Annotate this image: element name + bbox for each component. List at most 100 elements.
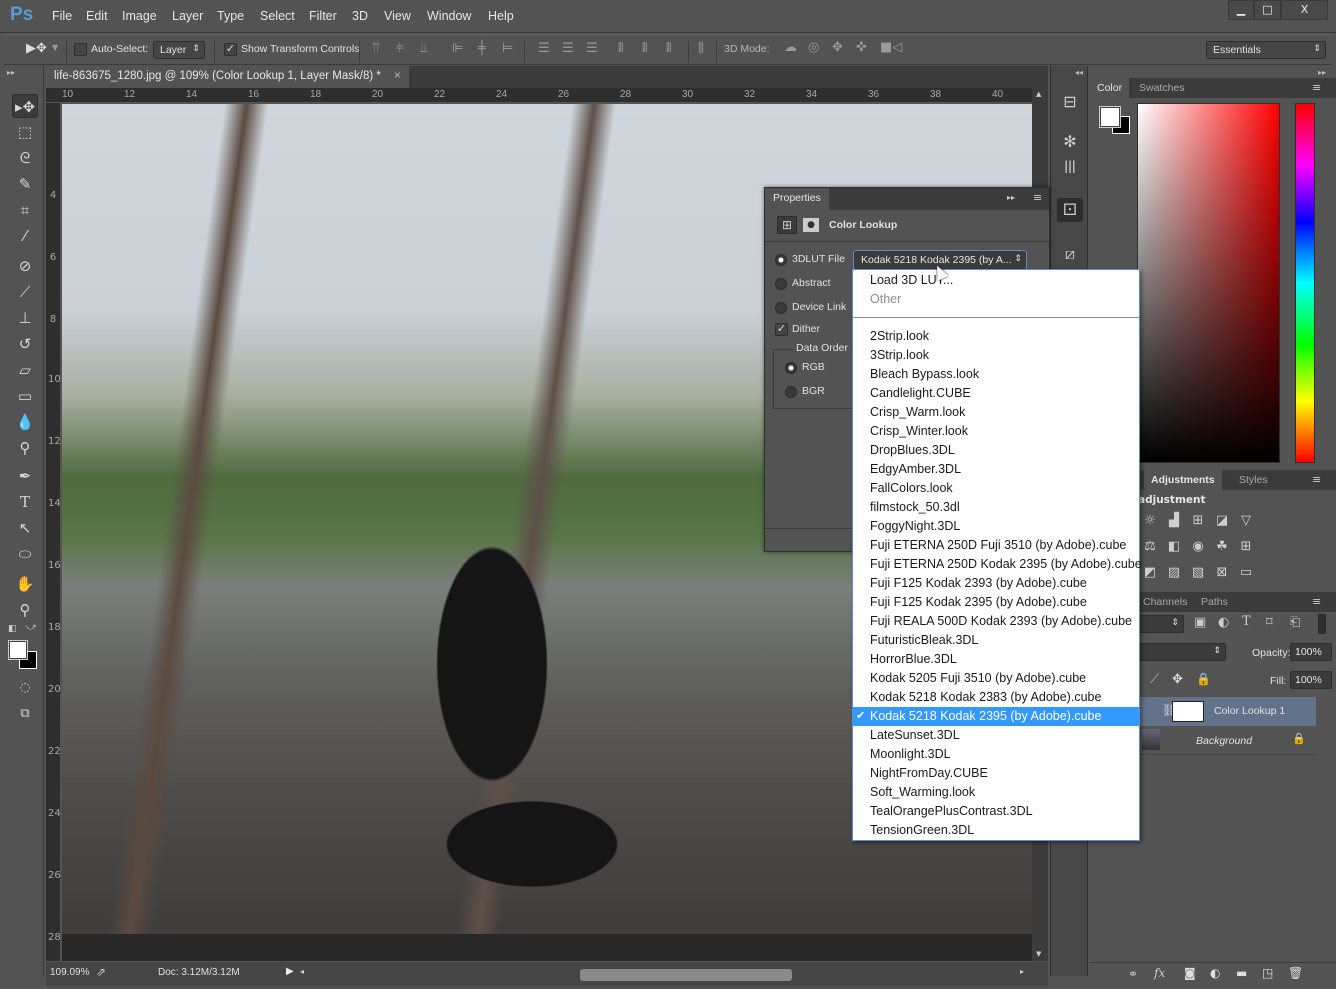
color-lookup-icon[interactable]: ⊞ — [1236, 538, 1256, 556]
scroll-up-icon[interactable]: ▲ — [1036, 90, 1041, 98]
add-mask-icon[interactable]: ◙ — [1184, 966, 1196, 980]
eyedropper-tool[interactable]: ⁄ — [12, 224, 38, 248]
history-panel-icon[interactable]: ⊟ — [1057, 90, 1083, 114]
tab-color[interactable]: Color — [1090, 78, 1130, 98]
distribute-hcenter-icon[interactable]: ⫴ — [642, 41, 647, 56]
scroll-left-icon[interactable]: ◂ — [300, 967, 304, 976]
foreground-color-swatch[interactable] — [8, 640, 28, 660]
menu-item-lut[interactable]: filmstock_50.3dl — [853, 498, 1139, 517]
horizontal-scrollbar-thumb[interactable] — [580, 969, 792, 981]
black-white-icon[interactable]: ◧ — [1164, 538, 1184, 556]
3d-pan-icon[interactable]: ✥ — [832, 40, 843, 55]
expand-panels-icon[interactable]: ▸▸ — [1318, 68, 1326, 77]
radio-rgb[interactable] — [785, 362, 797, 374]
layer-mask-thumbnail[interactable] — [1172, 701, 1204, 722]
gradient-tool[interactable]: ▭ — [12, 384, 38, 408]
blend-mode-select[interactable]: ⇕ — [1138, 643, 1226, 661]
type-tool[interactable]: T — [12, 490, 38, 514]
adjustment-settings-icon[interactable]: ⊞ — [777, 216, 797, 234]
filter-type-icon[interactable]: T — [1242, 614, 1251, 629]
tab-channels[interactable]: Channels — [1136, 592, 1194, 612]
photo-filter-icon[interactable]: ◉ — [1188, 538, 1208, 556]
menu-file[interactable]: File — [52, 9, 72, 23]
maximize-button[interactable]: □ — [1254, 0, 1281, 20]
menu-item-load-3dlut[interactable]: Load 3D LUT... — [853, 271, 1139, 290]
collapse-toolbox-icon[interactable]: ▸▸ — [7, 68, 15, 77]
menu-item-lut[interactable]: Fuji F125 Kodak 2395 (by Adobe).cube — [853, 593, 1139, 612]
move-tool[interactable]: ▸✥ — [12, 94, 38, 118]
layer-row-background[interactable]: Background 🔒 — [1138, 726, 1316, 755]
menu-item-lut[interactable]: Crisp_Warm.look — [853, 403, 1139, 422]
menu-filter[interactable]: Filter — [309, 9, 337, 23]
layer-name[interactable]: Background — [1196, 735, 1252, 747]
screen-mode-icon[interactable]: ⧉ — [12, 702, 38, 726]
distribute-bottom-icon[interactable]: ☰ — [586, 41, 598, 56]
expand-dock-icon[interactable]: ◂◂ — [1075, 68, 1083, 77]
healing-brush-tool[interactable]: ⊘ — [12, 254, 38, 278]
quick-selection-tool[interactable]: ✎ — [12, 172, 38, 196]
menu-item-lut[interactable]: Soft_Warming.look — [853, 783, 1139, 802]
lock-all-icon[interactable]: 🔒 — [1196, 672, 1211, 686]
threshold-icon[interactable]: ▧ — [1188, 564, 1208, 582]
show-transform-checkbox[interactable]: ✓ — [224, 43, 237, 56]
distribute-left-icon[interactable]: ⫴ — [618, 41, 623, 56]
menu-item-lut[interactable]: HorrorBlue.3DL — [853, 650, 1139, 669]
filter-pixel-icon[interactable]: ▣ — [1194, 615, 1206, 630]
3d-camera-icon[interactable]: ■◁ — [880, 40, 902, 55]
panel-menu-icon[interactable]: ≡ — [1033, 191, 1042, 204]
new-layer-icon[interactable]: ◳ — [1262, 966, 1273, 980]
status-menu-arrow-icon[interactable]: ▶ — [286, 966, 294, 977]
exposure-icon[interactable]: ◪ — [1212, 512, 1232, 530]
menu-item-lut[interactable]: Fuji ETERNA 250D Fuji 3510 (by Adobe).cu… — [853, 536, 1139, 555]
minimize-button[interactable]: ▁ — [1228, 0, 1254, 20]
radio-3dlut-file[interactable] — [775, 254, 787, 266]
menu-edit[interactable]: Edit — [86, 9, 108, 23]
menu-type[interactable]: Type — [217, 9, 244, 23]
3d-slide-icon[interactable]: ✜ — [856, 40, 867, 55]
gradient-map-triangle-icon[interactable]: ▽ — [1236, 512, 1256, 530]
default-colors-icon[interactable]: ◧ — [8, 624, 17, 634]
menu-item-lut[interactable]: TensionGreen.3DL — [853, 821, 1139, 840]
radio-device-link[interactable] — [775, 302, 787, 314]
3d-orbit-icon[interactable]: ☁ — [784, 40, 797, 55]
menu-item-lut[interactable]: Crisp_Winter.look — [853, 422, 1139, 441]
gradient-map-icon[interactable]: ▭ — [1236, 564, 1256, 582]
menu-view[interactable]: View — [384, 9, 411, 23]
lock-brush-icon[interactable]: ⟋ — [1150, 672, 1159, 687]
lock-position-icon[interactable]: ✥ — [1172, 672, 1183, 687]
move-tool-icon[interactable]: ▶✥ — [26, 41, 47, 56]
menu-item-lut[interactable]: Fuji F125 Kodak 2393 (by Adobe).cube — [853, 574, 1139, 593]
brush-presets-icon[interactable]: ✻ — [1057, 130, 1083, 154]
color-saturation-field[interactable] — [1137, 103, 1280, 463]
tab-styles[interactable]: Styles — [1232, 470, 1275, 490]
panel-menu-icon[interactable]: ≡ — [1312, 473, 1321, 486]
channel-mixer-icon[interactable]: ☘ — [1212, 538, 1232, 556]
shape-tool[interactable]: ⬭ — [12, 542, 38, 566]
blur-tool[interactable]: 💧 — [12, 410, 38, 434]
path-selection-tool[interactable]: ↖ — [12, 516, 38, 540]
tool-preset-dropdown-icon[interactable]: ▼ — [52, 43, 58, 52]
new-group-icon[interactable]: ▬ — [1236, 966, 1247, 980]
tab-adjustments[interactable]: Adjustments — [1144, 470, 1222, 490]
menu-3d[interactable]: 3D — [352, 9, 368, 23]
menu-layer[interactable]: Layer — [172, 9, 203, 23]
menu-item-lut[interactable]: Fuji ETERNA 250D Kodak 2395 (by Adobe).c… — [853, 555, 1142, 574]
lasso-tool[interactable]: ᘓ — [12, 146, 38, 170]
menu-window[interactable]: Window — [427, 9, 471, 23]
curves-icon[interactable]: ⊞ — [1188, 512, 1208, 530]
opacity-input[interactable]: 100% — [1290, 643, 1332, 661]
align-top-icon[interactable]: ⫪ — [372, 41, 379, 56]
menu-item-lut[interactable]: EdgyAmber.3DL — [853, 460, 1139, 479]
new-adjustment-layer-icon[interactable]: ◐ — [1210, 966, 1220, 980]
menu-item-lut[interactable]: FoggyNight.3DL — [853, 517, 1139, 536]
layer-filter-select[interactable]: ⇕ — [1138, 615, 1184, 633]
menu-item-lut[interactable]: Bleach Bypass.look — [853, 365, 1139, 384]
menu-item-lut[interactable]: Moonlight.3DL — [853, 745, 1139, 764]
mask-settings-icon[interactable]: ● — [803, 218, 819, 232]
dodge-tool[interactable]: ⚲ — [12, 436, 38, 460]
tab-properties[interactable]: Properties — [765, 188, 829, 210]
brightness-contrast-icon[interactable]: ☼ — [1140, 512, 1160, 530]
menu-item-lut[interactable]: TealOrangePlusContrast.3DL — [853, 802, 1139, 821]
menu-item-lut[interactable]: Kodak 5205 Fuji 3510 (by Adobe).cube — [853, 669, 1139, 688]
brush-panel-icon[interactable]: ꟾꟾꟾ — [1057, 158, 1083, 182]
